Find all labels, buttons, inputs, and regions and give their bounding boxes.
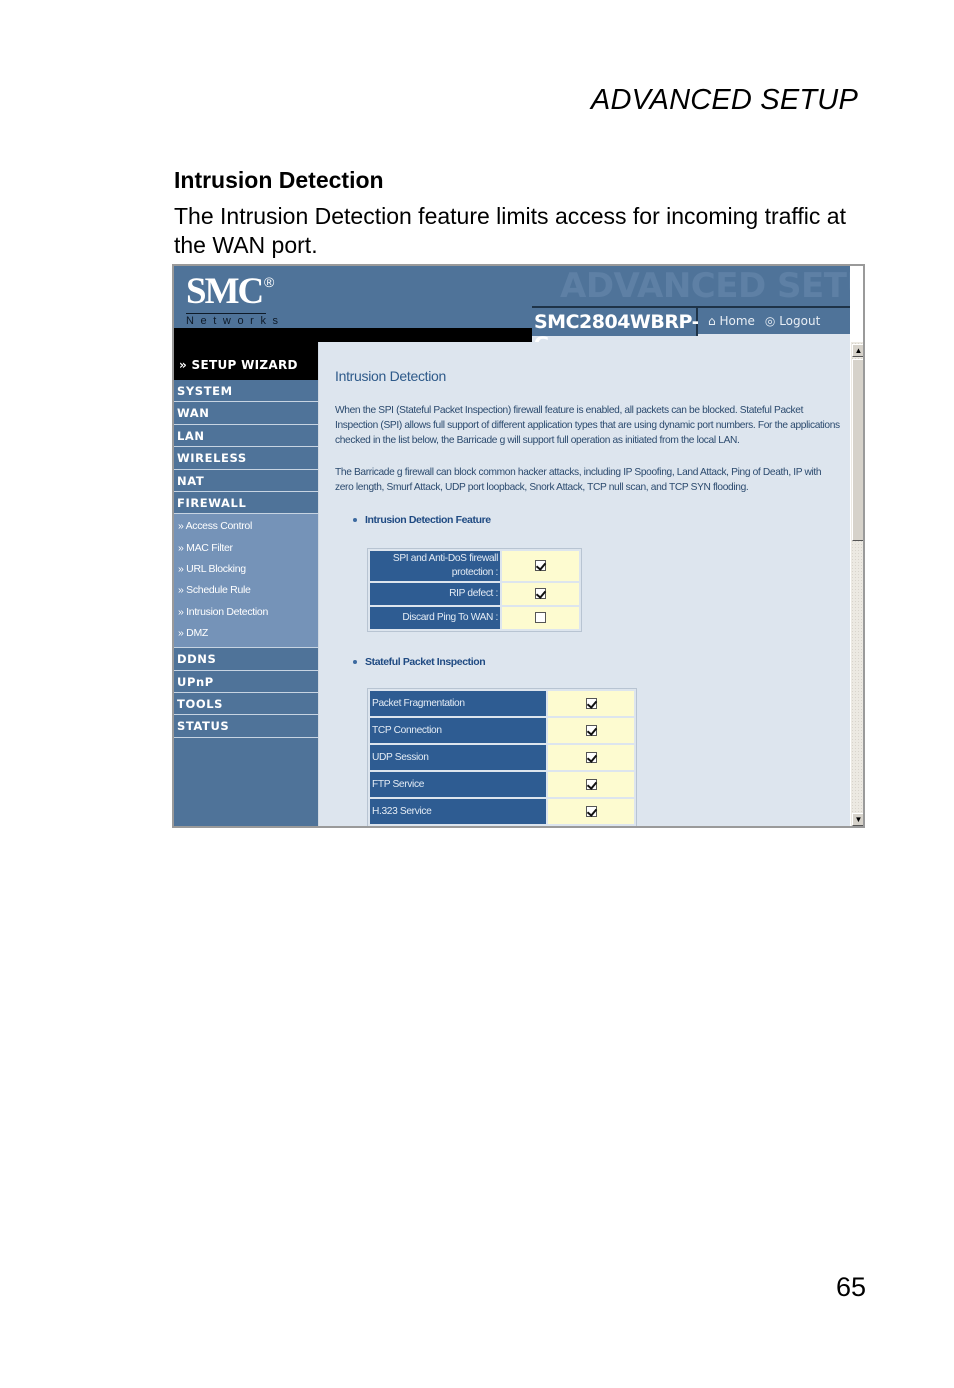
spi-value [548,718,634,743]
packet-fragmentation-checkbox[interactable] [585,697,597,709]
nav-system[interactable]: SYSTEM [174,380,318,403]
spi-value [548,745,634,770]
spi-heading-label: Stateful Packet Inspection [365,656,486,668]
nav-wireless[interactable]: WIRELESS [174,447,318,470]
table-row: TCP Connection [370,718,634,743]
spi-label: FTP Service [370,772,546,797]
spi-value [548,799,634,824]
nav-schedule-rule[interactable]: » Schedule Rule [174,581,318,602]
page-number: 65 [835,1272,866,1302]
intrusion-feature-heading: Intrusion Detection Feature [353,514,491,526]
spi-antidos-checkbox[interactable] [535,560,546,572]
logout-link[interactable]: ◎ Logout [765,314,820,328]
nav-url-blocking[interactable]: » URL Blocking [174,560,318,581]
smc-logo: SMC ® Networks [186,271,285,327]
nav-firewall[interactable]: FIREWALL [174,491,318,515]
home-link[interactable]: ⌂ Home [708,314,755,328]
logo-text: SMC [186,271,264,312]
spi-label: H.323 Service [370,799,546,824]
intrusion-feature-label: Intrusion Detection Feature [365,514,491,526]
banner-title: ADVANCED SETUP [560,266,865,306]
spi-heading: Stateful Packet Inspection [353,656,486,668]
scroll-down-icon[interactable]: ▼ [852,813,863,826]
nav-mac-filter[interactable]: » MAC Filter [174,539,318,560]
sidebar: » SETUP WIZARD SYSTEM WAN LAN WIRELESS N… [174,342,318,826]
scrollbar-thumb[interactable] [852,359,863,541]
model-name: SMC2804WBRP-G [532,306,699,355]
home-label: Home [719,314,755,328]
tcp-connection-checkbox[interactable] [585,724,597,736]
section-body: The Intrusion Detection feature limits a… [174,203,846,258]
table-row: SPI and Anti-DoS firewall protection : [370,551,579,581]
discard-ping-checkbox[interactable] [535,612,546,624]
scroll-up-icon[interactable]: ▲ [852,344,863,357]
logo-subtitle: Networks [186,313,285,327]
header-divider [174,328,532,342]
feature-value [502,607,579,629]
logout-label: Logout [779,314,821,328]
nav-status[interactable]: STATUS [174,715,318,738]
h323-service-checkbox[interactable] [585,805,597,817]
nav-upnp[interactable]: UPnP [174,670,318,693]
feature-value [502,551,579,581]
table-row: UDP Session [370,745,634,770]
spi-label: Packet Fragmentation [370,691,546,716]
rip-defect-checkbox[interactable] [535,588,546,600]
spi-value [548,772,634,797]
router-screenshot: SMC ® Networks ADVANCED SETUP SMC2804WBR… [172,264,865,828]
nav-dmz[interactable]: » DMZ [174,624,318,645]
section-title: Intrusion Detection [174,167,384,193]
table-row: Packet Fragmentation [370,691,634,716]
attack-description: The Barricade g firewall can block commo… [335,467,822,493]
nav-intrusion-detection[interactable]: » Intrusion Detection [174,603,318,624]
registered-mark: ® [264,274,275,290]
home-icon: ⌂ [708,314,716,328]
vertical-scrollbar[interactable]: ▲ ▼ [850,342,863,826]
table-row: RIP defect : [370,583,579,605]
feature-label: Discard Ping To WAN : [370,607,500,629]
nav-ddns[interactable]: DDNS [174,648,318,671]
table-row: FTP Service [370,772,634,797]
ftp-service-checkbox[interactable] [585,778,597,790]
spi-table: Packet Fragmentation TCP Connection UDP … [367,688,637,826]
content-pane: Intrusion Detection When the SPI (Statef… [318,342,850,826]
logout-icon: ◎ [764,314,776,328]
feature-label: RIP defect : [370,583,500,605]
nav-nat[interactable]: NAT [174,469,318,492]
firewall-submenu: » Access Control » MAC Filter » URL Bloc… [174,514,318,649]
nav-setup-wizard[interactable]: » SETUP WIZARD [174,342,318,380]
header-right-gap [850,266,863,342]
bullet-icon [353,660,357,665]
spi-label: TCP Connection [370,718,546,743]
nav-tools[interactable]: TOOLS [174,692,318,716]
top-links: ⌂ Home ◎ Logout [698,306,850,334]
running-head: ADVANCED SETUP [590,84,858,116]
table-row: Discard Ping To WAN : [370,607,579,629]
intrusion-feature-table: SPI and Anti-DoS firewall protection : R… [367,548,582,632]
udp-session-checkbox[interactable] [585,751,597,763]
spi-description: When the SPI (Stateful Packet Inspection… [335,405,840,446]
spi-value [548,691,634,716]
feature-label: SPI and Anti-DoS firewall protection : [370,551,500,581]
feature-value [502,583,579,605]
table-row: H.323 Service [370,799,634,824]
nav-wan[interactable]: WAN [174,402,318,425]
content-title: Intrusion Detection [335,368,447,384]
nav-access-control[interactable]: » Access Control [174,517,318,538]
spi-label: UDP Session [370,745,546,770]
bullet-icon [353,518,357,523]
nav-lan[interactable]: LAN [174,424,318,448]
